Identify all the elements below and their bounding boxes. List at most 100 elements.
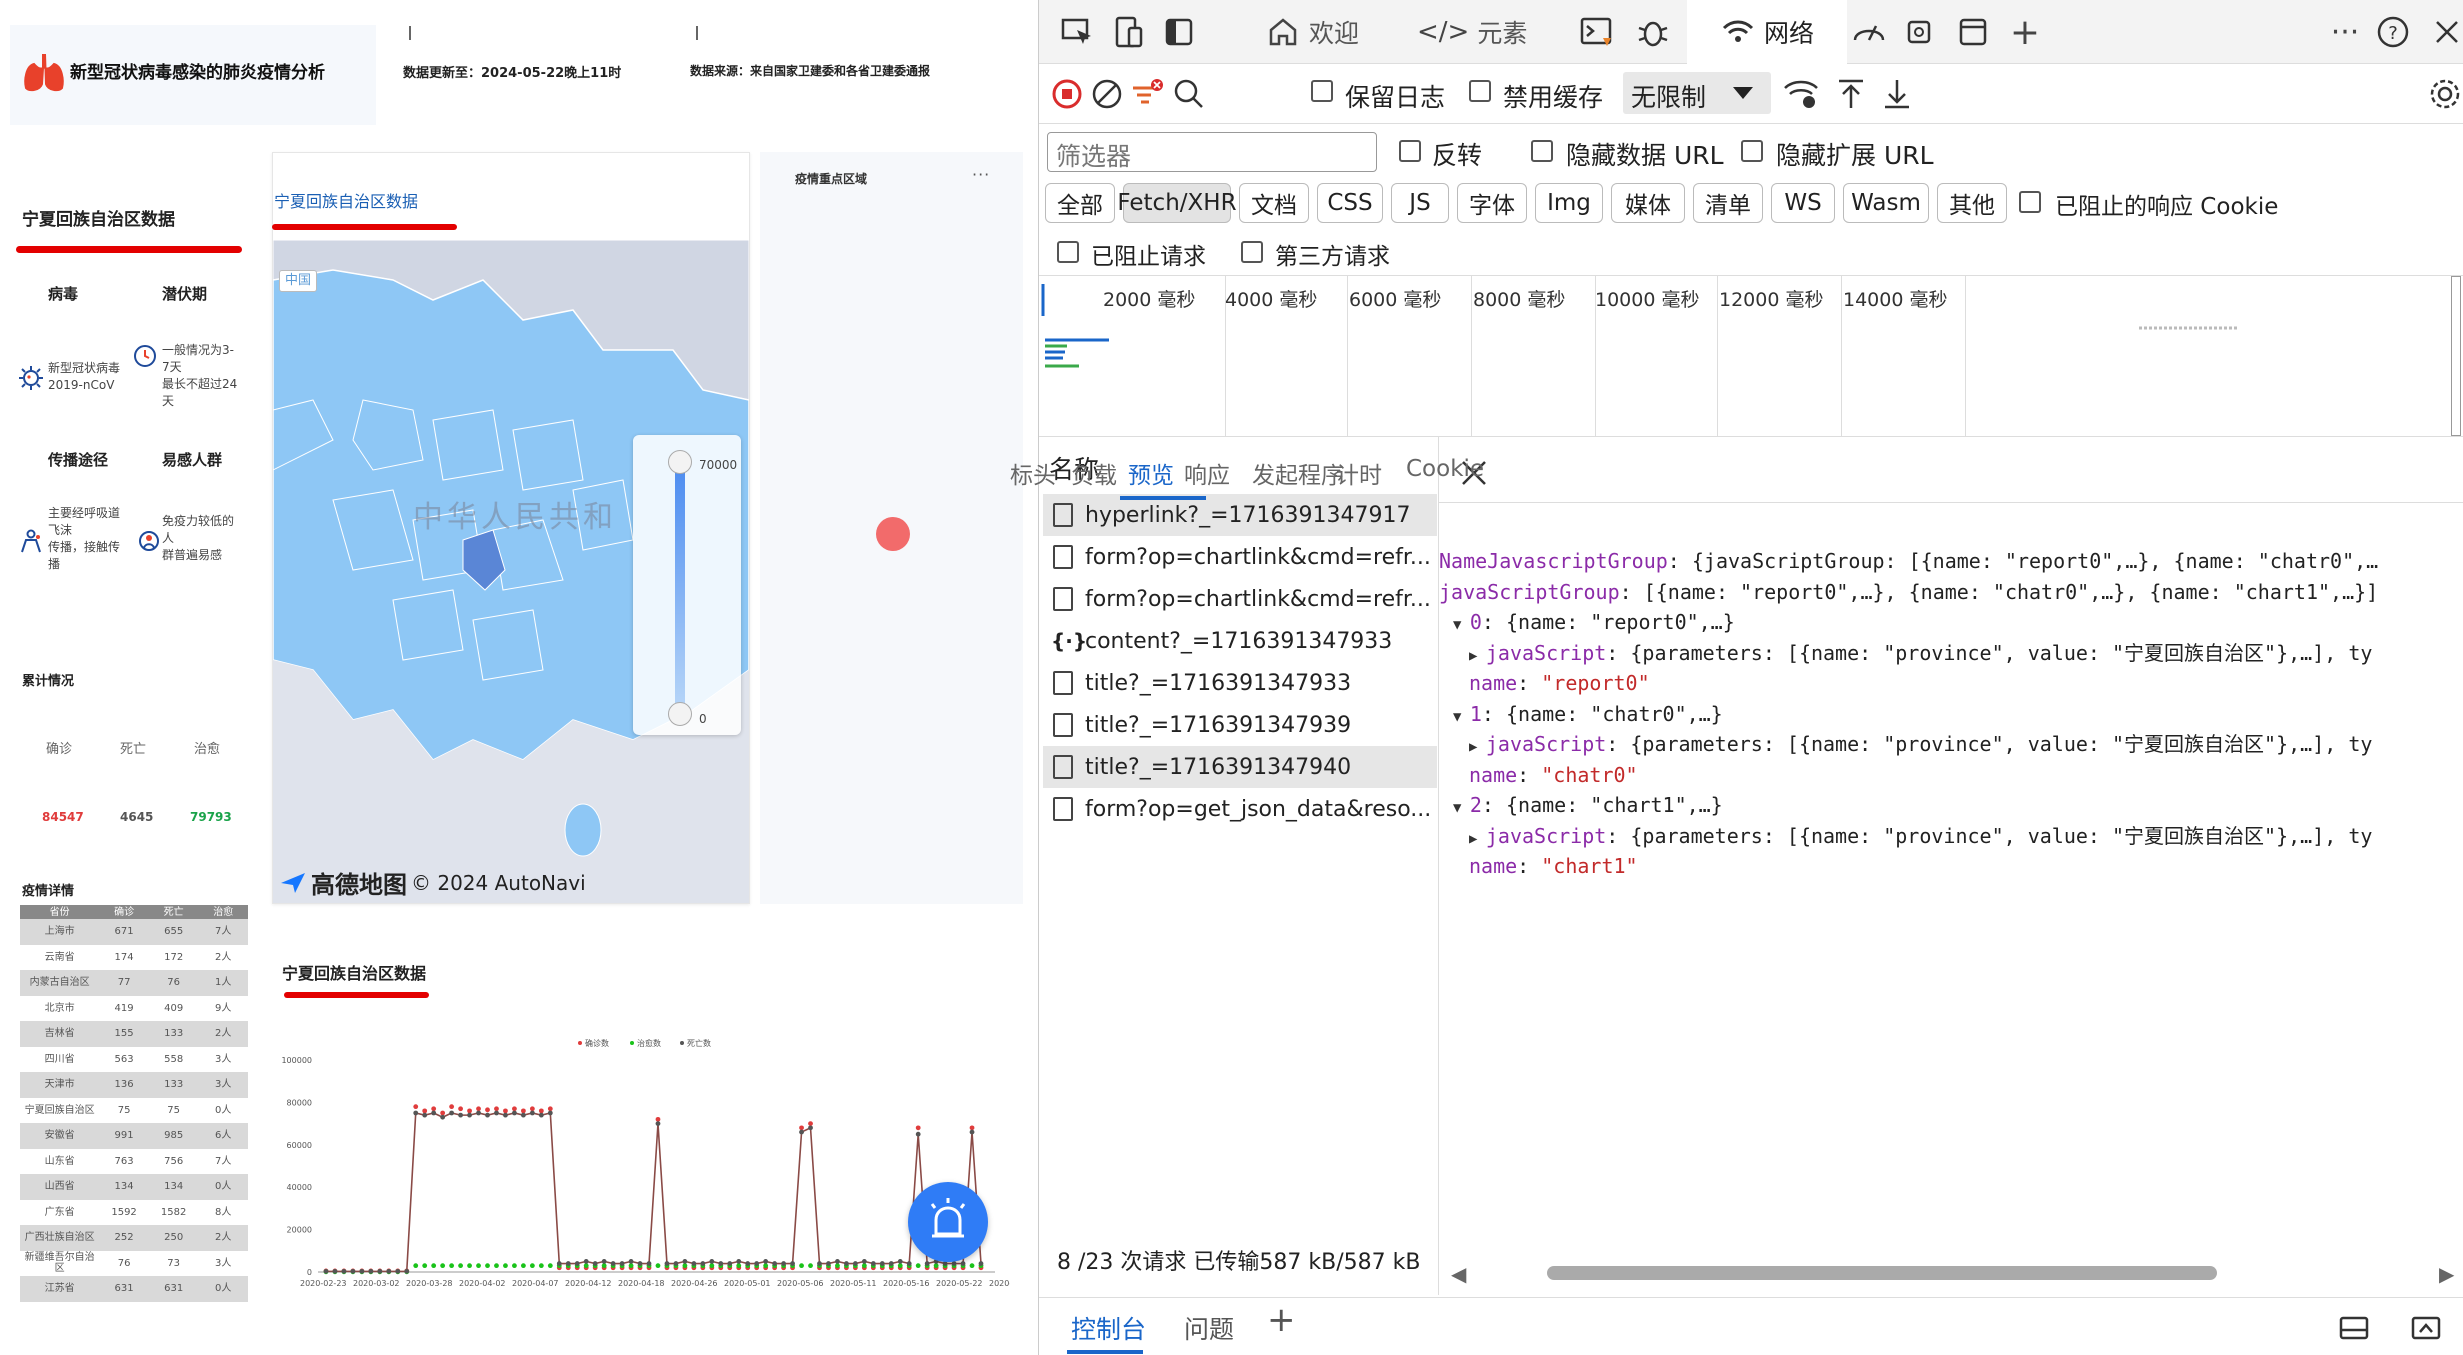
map-region-tag[interactable]: 中国 (279, 270, 317, 292)
filter-type-btn[interactable]: 全部 (1045, 183, 1115, 223)
settings-gear-icon[interactable] (2425, 74, 2463, 114)
bug-icon[interactable] (1633, 12, 1673, 52)
console-warning-icon[interactable] (1577, 12, 1617, 52)
request-row[interactable]: hyperlink?_=1716391347917 (1043, 494, 1437, 536)
expand-down-icon[interactable]: ▼ (1453, 617, 1470, 633)
filter-type-btn[interactable]: 其他 (1937, 183, 2007, 223)
search-icon[interactable] (1169, 74, 1209, 114)
filter-type-btn[interactable]: 媒体 (1611, 183, 1685, 223)
dock-drawer-icon[interactable] (2337, 1312, 2371, 1342)
preserve-log-checkbox[interactable] (1311, 80, 1333, 102)
filter-type-btn[interactable]: CSS (1317, 183, 1383, 223)
expand-down-icon[interactable]: ▼ (1453, 800, 1470, 816)
json-colon: : (1517, 854, 1542, 878)
request-row[interactable]: form?op=chartlink&cmd=refr... (1043, 536, 1437, 578)
detail-tab[interactable]: 计时 (1336, 456, 1382, 490)
upload-icon[interactable] (1831, 74, 1871, 114)
detail-tab[interactable]: Cookie (1406, 456, 1484, 482)
data-point (440, 1110, 446, 1116)
detail-tab[interactable]: 负载 (1071, 456, 1117, 490)
disable-cache-checkbox[interactable] (1469, 80, 1491, 102)
horizontal-scrollbar-thumb[interactable] (1547, 1266, 2217, 1280)
scroll-right-icon[interactable]: ▶ (2439, 1262, 2454, 1286)
device-toolbar-icon[interactable] (1109, 12, 1149, 52)
scroll-left-icon[interactable]: ◀ (1451, 1262, 1466, 1286)
throttle-select[interactable]: 无限制 (1623, 72, 1771, 114)
request-row[interactable]: title?_=1716391347939 (1043, 704, 1437, 746)
range-handle-bottom[interactable] (668, 702, 692, 726)
filter-type-btn[interactable]: WS (1771, 183, 1835, 223)
detail-tab[interactable]: 发起程序 (1252, 456, 1344, 490)
tab-network[interactable]: 网络 (1687, 0, 1847, 64)
alarm-fab-button[interactable] (908, 1182, 988, 1262)
trend-chart[interactable]: 0 20000 40000 60000 80000 100000 2020-02-23 202… (280, 1025, 1010, 1305)
request-row[interactable]: form?op=get_json_data&reso... (1043, 788, 1437, 830)
filter-type-btn[interactable]: JS (1391, 183, 1449, 223)
inspect-icon[interactable] (1057, 12, 1097, 52)
drawer-tab-issues[interactable]: 问题 (1184, 1310, 1234, 1346)
hide-ext-url-checkbox[interactable] (1741, 140, 1763, 162)
more-menu-icon[interactable]: ··· (972, 165, 990, 184)
request-row[interactable]: form?op=chartlink&cmd=refr... (1043, 578, 1437, 620)
data-point (422, 1112, 428, 1118)
range-handle-top[interactable] (668, 450, 692, 474)
memory-chip-icon[interactable] (1899, 12, 1939, 52)
expand-down-icon[interactable]: ▼ (1453, 709, 1470, 725)
performance-icon[interactable] (1849, 12, 1889, 52)
collapse-drawer-icon[interactable] (2409, 1312, 2443, 1342)
table-cell: 2人 (215, 1232, 232, 1244)
record-stop-icon[interactable] (1047, 74, 1087, 114)
third-party-checkbox[interactable] (1241, 241, 1263, 263)
blocked-requests-checkbox[interactable] (1057, 241, 1079, 263)
expand-right-icon[interactable]: ▶ (1469, 739, 1486, 755)
filter-type-btn[interactable]: Wasm (1843, 183, 1929, 223)
detail-tab[interactable]: 预览 (1128, 456, 1174, 490)
json-line[interactable]: name: "chart1" (1469, 850, 1638, 882)
help-icon[interactable]: ? (2373, 12, 2413, 52)
blocked-cookie-checkbox[interactable] (2019, 191, 2041, 213)
preview-json[interactable]: NameJavascriptGroup: {javaScriptGroup: [… (1439, 545, 2463, 1225)
request-row[interactable]: title?_=1716391347940 (1043, 746, 1437, 788)
filter-clear-icon[interactable] (1127, 74, 1167, 114)
more-tools-icon[interactable]: ··· (2325, 12, 2365, 52)
filter-input[interactable]: 筛选器 (1047, 132, 1377, 172)
filter-type-btn[interactable]: 清单 (1693, 183, 1763, 223)
data-point (529, 1106, 535, 1112)
detail-tab[interactable]: 响应 (1184, 456, 1230, 490)
download-icon[interactable] (1877, 74, 1917, 114)
json-icon: {·} (1051, 629, 1088, 653)
json-line[interactable]: javaScriptGroup: [{name: "report0",…}, {… (1439, 576, 2378, 608)
sidebar-toggle-icon[interactable] (1159, 12, 1199, 52)
json-line[interactable]: NameJavascriptGroup: {javaScriptGroup: [… (1439, 545, 2378, 577)
filter-type-btn[interactable]: 文档 (1239, 183, 1309, 223)
invert-checkbox[interactable] (1399, 140, 1421, 162)
add-tool-icon[interactable]: + (2005, 12, 2045, 53)
filter-type-fetch-xhr[interactable]: Fetch/XHR (1117, 183, 1237, 223)
clear-icon[interactable] (1087, 74, 1127, 114)
incubation-text: 一般情况为3- 7天 最长不超过24 天 (162, 343, 238, 408)
hotspot-marker[interactable] (876, 517, 910, 551)
expand-right-icon[interactable]: ▶ (1469, 831, 1486, 847)
data-point (844, 1261, 849, 1266)
filter-type-btn[interactable]: Img (1535, 183, 1603, 223)
china-map[interactable]: 中国 中华人民共和 70000 0 高德地图 © 2024 AutoNavi (273, 240, 749, 903)
network-conditions-icon[interactable] (1781, 74, 1821, 114)
close-devtools-icon[interactable] (2427, 12, 2463, 52)
json-line[interactable]: name: "chatr0" (1469, 759, 1638, 791)
y-tick-label: 40000 (287, 1183, 312, 1192)
detail-tab[interactable]: 标头 (1010, 456, 1056, 490)
invert-label: 反转 (1432, 141, 1483, 170)
expand-right-icon[interactable]: ▶ (1469, 648, 1486, 664)
request-row[interactable]: title?_=1716391347933 (1043, 662, 1437, 704)
tab-elements[interactable]: </> 元素 (1417, 0, 1567, 64)
request-row[interactable]: {·} content?_=1716391347933 (1043, 620, 1437, 662)
tab-welcome[interactable]: 欢迎 (1265, 0, 1415, 64)
drawer-tab-console[interactable]: 控制台 (1071, 1310, 1146, 1346)
timeline-scroll-edge[interactable] (2451, 276, 2461, 436)
json-line[interactable]: name: "report0" (1469, 667, 1650, 699)
filter-type-btn[interactable]: 字体 (1457, 183, 1527, 223)
drawer-add-icon[interactable]: + (1267, 1300, 1296, 1340)
data-point (682, 1263, 688, 1269)
hide-data-url-checkbox[interactable] (1531, 140, 1553, 162)
application-icon[interactable] (1953, 12, 1993, 52)
